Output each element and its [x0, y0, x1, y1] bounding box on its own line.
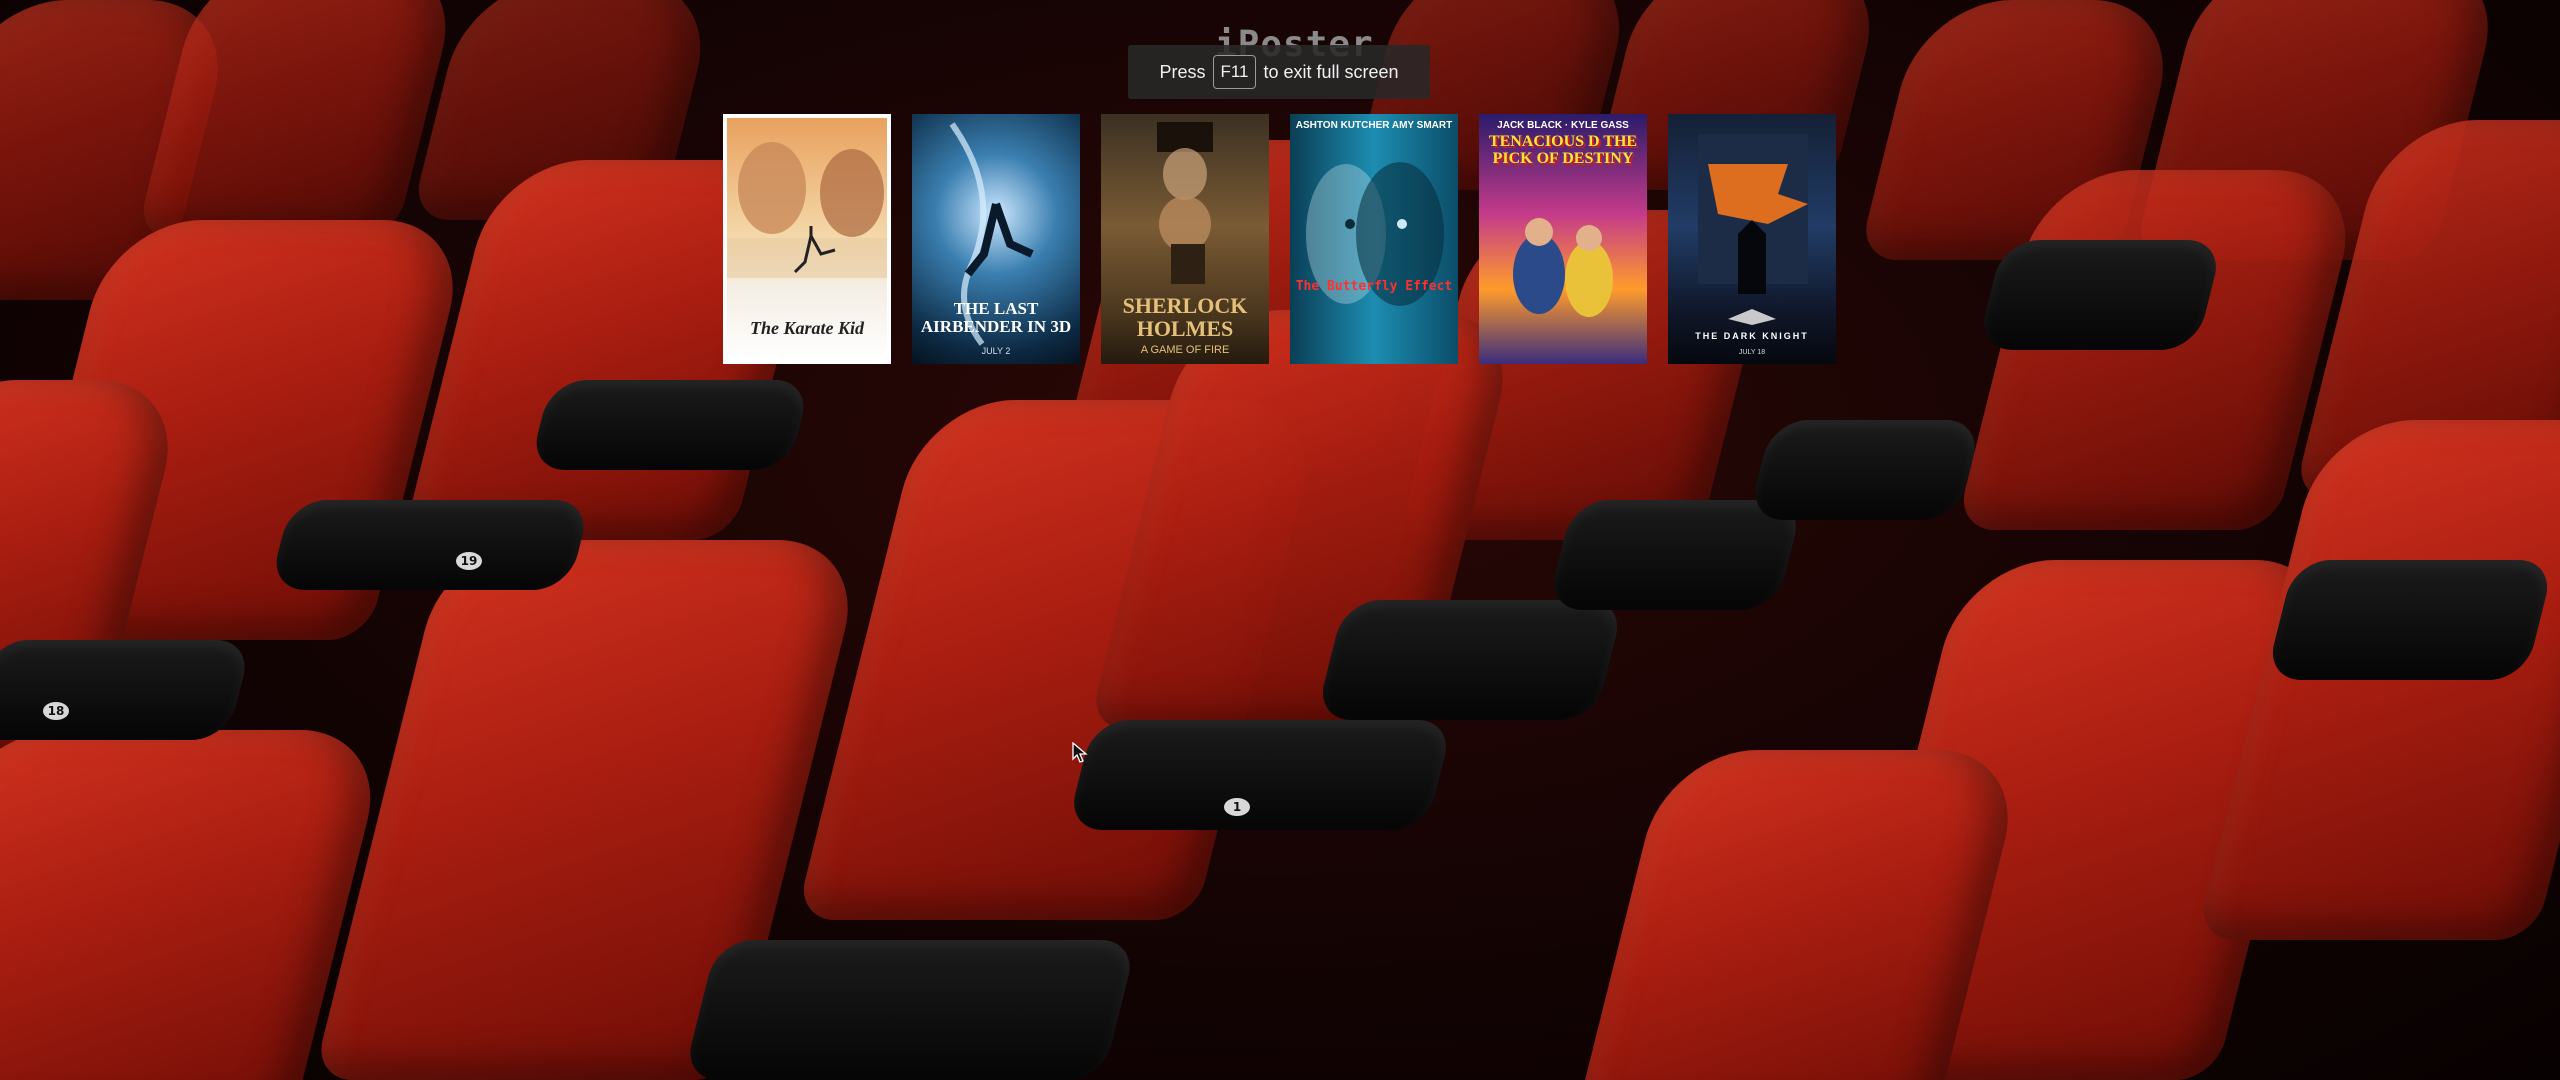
- poster-tenacious-d[interactable]: JACK BLACK · KYLE GASS TENACIOUS D THE P…: [1479, 114, 1647, 364]
- fullscreen-notice: Press F11 to exit full screen: [1128, 45, 1430, 99]
- poster-carousel: The Karate Kid THE LAST AIRBENDER IN 3D …: [723, 114, 1836, 364]
- poster-title: THE DARK KNIGHT: [1695, 330, 1809, 341]
- poster-title: SHERLOCK HOLMES: [1122, 292, 1248, 341]
- poster-last-airbender[interactable]: THE LAST AIRBENDER IN 3D JULY 2: [912, 114, 1080, 364]
- f11-key-label: F11: [1213, 55, 1256, 89]
- poster-dark-knight[interactable]: THE DARK KNIGHT JULY 18: [1668, 114, 1836, 364]
- seat-number-badge: 18: [43, 702, 69, 720]
- poster-title: The Karate Kid: [749, 318, 864, 339]
- poster-art: [1513, 218, 1613, 317]
- poster-art: [1698, 134, 1808, 325]
- poster-karate-kid[interactable]: The Karate Kid: [723, 114, 891, 364]
- notice-suffix: to exit full screen: [1263, 61, 1399, 82]
- notice-prefix: Press: [1159, 61, 1206, 82]
- poster-art: [1306, 162, 1444, 306]
- poster-butterfly-effect[interactable]: ASHTON KUTCHER AMY SMART The Butterfly E…: [1290, 114, 1458, 364]
- seat-number-badge: 1: [1224, 798, 1250, 816]
- poster-subtitle: A GAME OF FIRE: [1140, 344, 1230, 356]
- poster-title: The Butterfly Effect: [1295, 279, 1453, 295]
- mouse-cursor-icon: [1072, 742, 1088, 763]
- seat-number-badge: 19: [456, 552, 482, 570]
- poster-release-date: JULY 2: [981, 346, 1011, 356]
- poster-sherlock-holmes[interactable]: SHERLOCK HOLMES A GAME OF FIRE: [1101, 114, 1269, 364]
- poster-release-date: JULY 18: [1738, 349, 1766, 356]
- poster-title: THE LAST AIRBENDER IN 3D: [920, 299, 1072, 337]
